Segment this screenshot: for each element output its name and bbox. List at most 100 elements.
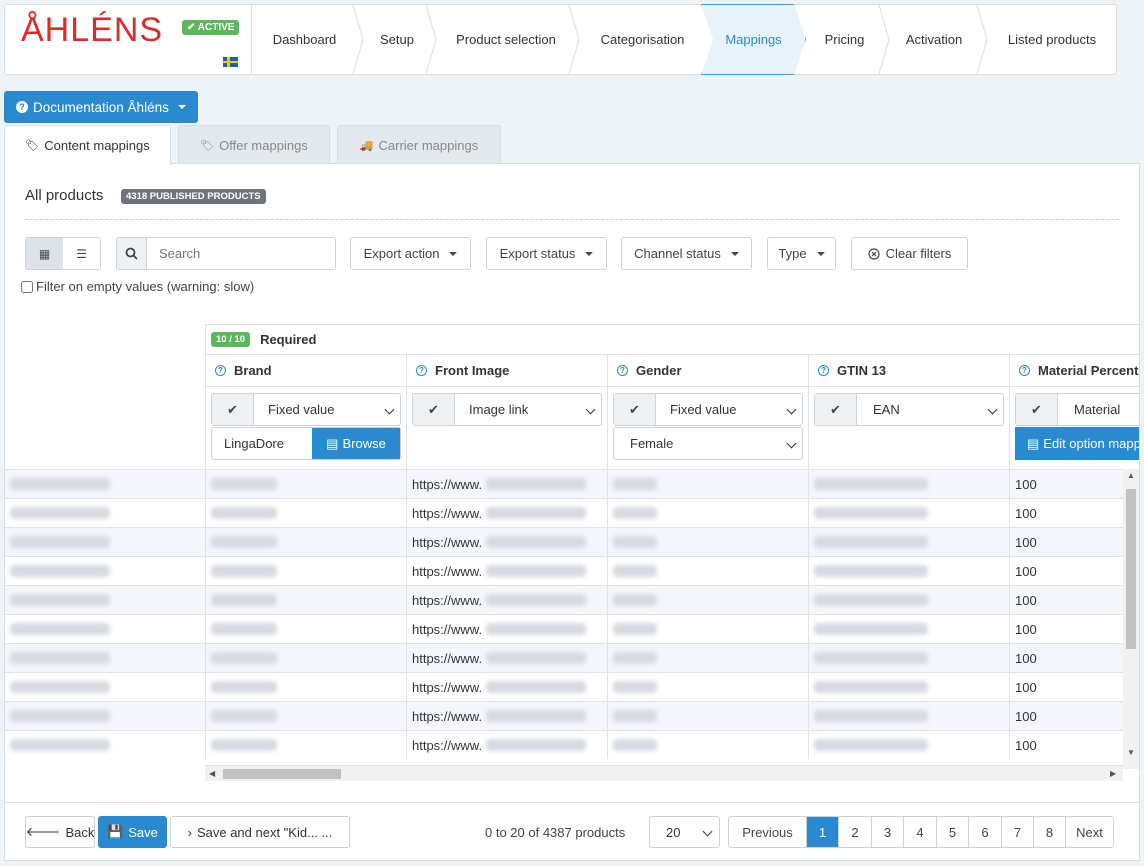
caret-down-icon (730, 251, 739, 256)
brand-value: LingaDore (224, 436, 284, 451)
empty-values-filter[interactable]: Filter on empty values (warning: slow) (21, 279, 254, 294)
material-mapping-select[interactable]: ✔ Material (1015, 393, 1139, 426)
table-row[interactable]: https://www. 100 (5, 527, 1139, 556)
check-icon[interactable]: ✔ (815, 394, 857, 425)
redacted-value (10, 478, 110, 490)
check-icon[interactable]: ✔ (413, 394, 455, 425)
help-icon[interactable]: ? (818, 365, 829, 376)
image-url: https://www. (412, 505, 483, 521)
table-row[interactable]: https://www. 100 (5, 643, 1139, 672)
step-listed-products[interactable]: Listed products (987, 5, 1117, 74)
table-row[interactable]: https://www. 100 (5, 672, 1139, 701)
material-value: 100 (1015, 679, 1037, 695)
export-action-filter[interactable]: Export action (350, 237, 471, 270)
table-row[interactable]: https://www. 100 (5, 701, 1139, 730)
chevron-down-icon (384, 404, 395, 415)
table-cell: 100 (1009, 586, 1123, 614)
table-row[interactable]: https://www. 100 (5, 730, 1139, 759)
step-activation[interactable]: Activation (889, 5, 979, 74)
redacted-value (211, 710, 277, 722)
column-header: Front Image (435, 363, 510, 378)
table-cell: 100 (1009, 673, 1123, 701)
page-3[interactable]: 3 (871, 817, 903, 847)
per-page-select[interactable]: 20 (649, 816, 720, 848)
page-5[interactable]: 5 (936, 817, 968, 847)
scroll-left-icon[interactable]: ◀ (209, 769, 215, 778)
table-row[interactable]: https://www. 100 (5, 614, 1139, 643)
table-row[interactable]: https://www. 100 (5, 556, 1139, 585)
help-icon[interactable]: ? (416, 365, 427, 376)
help-icon[interactable]: ? (215, 365, 226, 376)
vertical-scrollbar[interactable]: ▲ ▼ (1123, 469, 1139, 769)
page-2[interactable]: 2 (838, 817, 871, 847)
brand-mapping-select[interactable]: ✔ Fixed value (211, 393, 401, 426)
step-categorisation[interactable]: Categorisation (580, 5, 705, 74)
column-gender: ? Gender ✔ Fixed value Female (607, 354, 808, 469)
export-status-filter[interactable]: Export status (486, 237, 607, 270)
material-value: 100 (1015, 592, 1037, 608)
help-icon[interactable]: ? (1019, 365, 1030, 376)
save-and-next-button[interactable]: › Save and next "Kid... ... (170, 816, 350, 848)
page-4[interactable]: 4 (903, 817, 936, 847)
scroll-up-icon[interactable]: ▲ (1127, 471, 1135, 480)
table-cell (607, 557, 808, 585)
front-image-mapping-select[interactable]: ✔ Image link (412, 393, 602, 426)
gender-mapping-select[interactable]: ✔ Fixed value (613, 393, 803, 426)
check-icon[interactable]: ✔ (212, 394, 254, 425)
help-icon[interactable]: ? (617, 365, 628, 376)
table-row[interactable]: https://www. 100 (5, 585, 1139, 614)
page-next[interactable]: Next (1065, 817, 1113, 847)
grid-view-icon[interactable]: ▦ (26, 238, 63, 269)
step-mappings[interactable]: Mappings (701, 4, 806, 75)
gender-value: Female (630, 436, 674, 451)
gtin-mapping-select[interactable]: ✔ EAN (814, 393, 1004, 426)
brand-value-field[interactable]: LingaDore (212, 428, 312, 459)
horizontal-scrollbar[interactable]: ◀ ▶ (205, 765, 1123, 781)
tab-offer-mappings[interactable]: 🏷 Offer mappings (178, 125, 330, 164)
page-previous[interactable]: Previous (729, 817, 806, 847)
panel-footer: 🡐 Back 💾 Save › Save and next "Kid... ... 0… (5, 802, 1139, 860)
step-product-selection[interactable]: Product selection (436, 5, 576, 74)
gender-value-select[interactable]: Female (613, 427, 803, 460)
browse-button[interactable]: ▤ Browse (312, 428, 400, 459)
redacted-value (814, 652, 928, 664)
search-icon[interactable] (117, 238, 147, 269)
documentation-dropdown[interactable]: ? Documentation Åhléns (4, 91, 198, 123)
redacted-value (10, 710, 110, 722)
check-icon[interactable]: ✔ (1016, 394, 1058, 425)
redacted-value (10, 536, 110, 548)
page-6[interactable]: 6 (968, 817, 1001, 847)
table-cell: https://www. (406, 586, 607, 614)
required-label: Required (260, 332, 317, 347)
chevron-down-icon (702, 826, 713, 837)
table-row[interactable]: https://www. 100 (5, 498, 1139, 527)
filter-label: Export status (499, 246, 576, 261)
empty-values-checkbox[interactable] (21, 280, 33, 293)
edit-option-mappings-button[interactable]: ▤Edit option mappings (1015, 427, 1139, 460)
scroll-thumb[interactable] (223, 769, 341, 779)
back-button[interactable]: 🡐 Back (25, 816, 95, 848)
list-view-icon[interactable]: ☰ (63, 238, 100, 269)
save-button[interactable]: 💾 Save (98, 816, 167, 848)
check-icon[interactable]: ✔ (614, 394, 656, 425)
step-pricing[interactable]: Pricing (807, 5, 882, 74)
page-1[interactable]: 1 (806, 817, 838, 847)
step-setup[interactable]: Setup (362, 5, 432, 74)
table-row[interactable]: https://www. 100 (5, 469, 1139, 498)
clear-filters-button[interactable]: Clear filters (851, 237, 968, 270)
type-filter[interactable]: Type (767, 237, 836, 270)
scroll-down-icon[interactable]: ▼ (1127, 748, 1135, 757)
table-cell (205, 702, 406, 730)
redacted-value (486, 536, 587, 548)
tab-carrier-mappings[interactable]: 🚚 Carrier mappings (337, 125, 501, 164)
scroll-thumb[interactable] (1126, 489, 1136, 649)
page-title: All products (25, 187, 104, 204)
channel-status-filter[interactable]: Channel status (621, 237, 752, 270)
step-dashboard[interactable]: Dashboard (252, 5, 357, 74)
page-7[interactable]: 7 (1001, 817, 1033, 847)
scroll-right-icon[interactable]: ▶ (1110, 769, 1116, 778)
tab-content-mappings[interactable]: 🏷 Content mappings (4, 125, 171, 165)
tab-label: Content mappings (44, 138, 150, 153)
search-input[interactable] (147, 238, 335, 269)
page-8[interactable]: 8 (1033, 817, 1065, 847)
